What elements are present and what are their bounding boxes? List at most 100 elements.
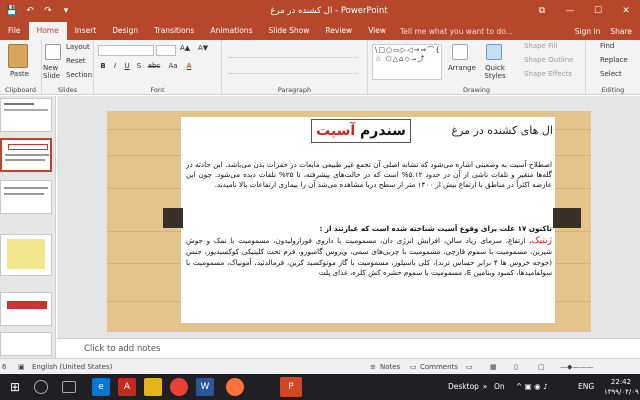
layout-button[interactable]: Layout xyxy=(66,43,90,51)
clock[interactable]: 22:42 ۱۳۹۹/۰۴/۰۹ xyxy=(604,377,639,397)
word-icon[interactable]: W xyxy=(196,378,214,396)
arrange-icon[interactable] xyxy=(452,44,468,60)
powerpoint-taskbar-icon[interactable]: P xyxy=(280,377,302,397)
save-icon[interactable]: 💾 xyxy=(6,6,18,16)
clock-time: 22:42 xyxy=(610,378,632,386)
share-button[interactable]: Share xyxy=(610,23,632,40)
notes-icon[interactable]: ≡ xyxy=(370,359,376,375)
new-slide-button[interactable]: New Slide xyxy=(43,64,65,80)
slide-thumbnail[interactable] xyxy=(0,292,52,326)
tab-animations[interactable]: Animations xyxy=(202,22,260,40)
zoom-slider[interactable]: —◆——— xyxy=(560,359,593,375)
on-indicator[interactable]: On xyxy=(494,374,505,400)
slide-heading[interactable]: ال های کشنده در مرغ xyxy=(420,124,553,137)
file-explorer-icon[interactable] xyxy=(144,378,162,396)
tab-slide-show[interactable]: Slide Show xyxy=(260,22,317,40)
quick-styles-button[interactable]: Quick Styles xyxy=(480,64,510,80)
slide-sorter-icon[interactable]: ▦ xyxy=(490,359,497,375)
customize-qat-icon[interactable]: ▾ xyxy=(60,6,72,16)
slide-title-box[interactable]: سندرم آسیت xyxy=(311,119,411,143)
slide-paragraph-3[interactable]: ژنتیک، ارتفاع، سرمای زیاد سالن، افزایش ا… xyxy=(186,236,552,279)
overflow-icon[interactable]: » xyxy=(480,374,490,400)
close-button[interactable]: ✕ xyxy=(612,0,640,22)
reset-button[interactable]: Reset xyxy=(66,57,86,65)
desktop-toolbar[interactable]: Desktop xyxy=(448,374,479,400)
slide-content-panel xyxy=(181,117,555,323)
language-status[interactable]: English (United States) xyxy=(32,359,112,375)
slide-thumbnail-selected[interactable] xyxy=(0,138,52,172)
slide-paragraph-1[interactable]: اصطلاح آسیت به وضعیتی اشاره می‌شود که نش… xyxy=(186,160,552,191)
shape-outline-button[interactable]: Shape Outline xyxy=(524,56,573,64)
frame-tab-left xyxy=(163,208,183,228)
title-bar: 💾 ↶ ↷ ▾ ال کشنده در مرغ - PowerPoint ⧉ —… xyxy=(0,0,640,22)
underline-button[interactable]: U xyxy=(122,62,132,70)
slideshow-icon[interactable]: ▢ xyxy=(538,359,545,375)
firefox-icon[interactable] xyxy=(226,378,244,396)
start-icon[interactable]: ⊞ xyxy=(6,378,24,396)
grow-font-button[interactable]: A▲ xyxy=(180,44,190,52)
select-button[interactable]: Select xyxy=(600,70,622,78)
strikethrough-button[interactable]: abc xyxy=(146,62,162,70)
normal-view-icon[interactable]: ▭ xyxy=(466,359,473,375)
tray-icons[interactable]: ^ ▣ ◉ ♪ xyxy=(516,374,548,400)
tab-insert[interactable]: Insert xyxy=(67,22,105,40)
edge-icon[interactable]: e xyxy=(92,378,110,396)
replace-button[interactable]: Replace xyxy=(600,56,628,64)
tab-view[interactable]: View xyxy=(360,22,394,40)
paragraph-buttons-row1[interactable] xyxy=(228,46,358,58)
editing-label: Editing xyxy=(601,86,625,94)
shrink-font-button[interactable]: A▼ xyxy=(198,44,208,52)
font-color-button[interactable]: A xyxy=(184,62,194,70)
frame-tab-right xyxy=(553,208,581,228)
minimize-button[interactable]: — xyxy=(556,0,584,22)
slide-thumbnail[interactable] xyxy=(0,98,52,132)
search-icon[interactable] xyxy=(34,380,48,394)
maximize-button[interactable]: ☐ xyxy=(584,0,612,22)
new-slide-icon[interactable] xyxy=(45,44,61,60)
tab-transitions[interactable]: Transitions xyxy=(146,22,202,40)
bold-button[interactable]: B xyxy=(98,62,108,70)
paste-button[interactable]: Paste xyxy=(10,70,29,78)
ribbon-display-icon[interactable]: ⧉ xyxy=(528,0,556,22)
pdf-reader-icon[interactable]: A xyxy=(118,378,136,396)
ribbon-tabs: File Home Insert Design Transitions Anim… xyxy=(0,22,640,40)
slide-thumbnails-panel xyxy=(0,96,56,358)
font-size-combo[interactable] xyxy=(156,45,176,56)
sign-in-link[interactable]: Sign in xyxy=(575,23,601,40)
shape-fill-button[interactable]: Shape Fill xyxy=(524,42,558,50)
tab-home[interactable]: Home xyxy=(28,22,67,40)
arrange-button[interactable]: Arrange xyxy=(448,64,476,72)
paragraph-buttons-row2[interactable] xyxy=(228,62,358,74)
tab-design[interactable]: Design xyxy=(104,22,146,40)
font-name-combo[interactable] xyxy=(98,45,154,56)
undo-icon[interactable]: ↶ xyxy=(24,6,36,16)
slide-paragraph-2[interactable]: تاکنون ۱۷ علت برای وقوع آسیت شناخته شده … xyxy=(186,224,552,234)
shadow-button[interactable]: S xyxy=(134,62,144,70)
section-button[interactable]: Section xyxy=(66,71,92,79)
task-view-icon[interactable] xyxy=(62,381,76,393)
tab-review[interactable]: Review xyxy=(317,22,360,40)
slide-thumbnail[interactable] xyxy=(0,234,52,276)
editing-group: Find Replace Select Editing xyxy=(586,40,640,95)
shape-effects-button[interactable]: Shape Effects xyxy=(524,70,572,78)
slide-thumbnail[interactable] xyxy=(0,332,52,356)
reading-view-icon[interactable]: ▯ xyxy=(514,359,518,375)
quick-styles-icon[interactable] xyxy=(486,44,502,60)
slide-thumbnail[interactable] xyxy=(0,180,52,214)
drawing-group: \□○▭▷◁→⇒⌒{}☆ ⬠△⌂◇⭢⤴ Arrange Quick Styles… xyxy=(368,40,586,95)
comments-button[interactable]: Comments xyxy=(420,359,458,375)
notes-pane[interactable]: Click to add notes xyxy=(57,338,640,358)
italic-button[interactable]: I xyxy=(110,62,120,70)
shapes-gallery[interactable]: \□○▭▷◁→⇒⌒{}☆ ⬠△⌂◇⭢⤴ xyxy=(372,44,442,80)
spelling-icon[interactable]: ▣ xyxy=(18,359,25,375)
tell-me-box[interactable]: Tell me what you want to do... xyxy=(400,23,513,40)
chrome-icon[interactable] xyxy=(170,378,188,396)
notes-button[interactable]: Notes xyxy=(380,359,400,375)
tab-file[interactable]: File xyxy=(0,22,29,40)
comments-icon[interactable]: ▭ xyxy=(410,359,417,375)
redo-icon[interactable]: ↷ xyxy=(42,6,54,16)
paste-icon[interactable] xyxy=(8,44,28,68)
change-case-button[interactable]: Aa xyxy=(166,62,180,70)
find-button[interactable]: Find xyxy=(600,42,614,50)
language-indicator[interactable]: ENG xyxy=(578,374,594,400)
